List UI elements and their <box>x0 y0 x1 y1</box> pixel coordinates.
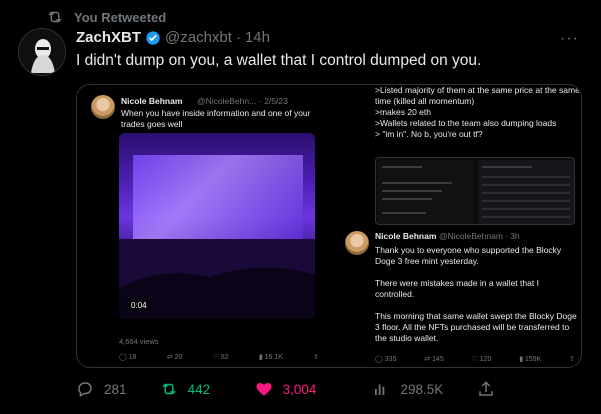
video-frame-screen <box>133 155 303 245</box>
quoted-avatar <box>345 231 369 255</box>
quoted-date: · 2/5/23 <box>259 96 288 106</box>
views-count: 298.5K <box>400 381 444 397</box>
video-player[interactable]: 0:04 <box>119 133 315 319</box>
tweet-text: I didn't dump on you, a wallet that I co… <box>76 52 482 69</box>
reply-icon: ◯ <box>119 354 129 361</box>
retweet-icon <box>48 11 62 23</box>
retweet-banner-label: You Retweeted <box>74 9 167 25</box>
media-image-right[interactable]: >Listed majority of them at the same pri… <box>335 85 581 367</box>
avatar[interactable] <box>18 28 66 76</box>
analytics-icon <box>375 382 387 395</box>
separator: · <box>235 29 241 46</box>
quoted-paragraph: This morning that same wallet swept the … <box>375 311 577 343</box>
tweet-header: ZachXBT @zachxbt · 14h <box>76 29 270 46</box>
reply-icon: ◯ <box>375 356 385 363</box>
quoted-views: 4,664 views <box>119 337 159 346</box>
author-name[interactable]: ZachXBT <box>76 29 141 46</box>
thread-line: >Wallets related to the team also dumpin… <box>375 118 557 128</box>
quoted-time: · 3h <box>505 231 520 241</box>
retweet-icon: ⇄ <box>424 356 433 363</box>
quoted-handle: @NicoleBehnam <box>439 231 503 241</box>
author-handle[interactable]: @zachxbt <box>165 29 232 46</box>
more-horizontal-icon[interactable]: ··· <box>560 30 579 48</box>
quoted-paragraph: Thank you to everyone who supported the … <box>375 245 562 266</box>
verified-badge-icon <box>146 30 160 45</box>
like-count: 3,004 <box>282 381 317 397</box>
retweet-icon <box>162 383 176 395</box>
tweet-action-bar: 281 442 3,004 298.5K <box>76 380 496 398</box>
quoted-name: Nicole Behnam <box>121 96 183 106</box>
thread-line: >makes 20 eth <box>375 107 431 117</box>
tweet-time[interactable]: 14h <box>245 29 270 46</box>
mini-retweet-count: ⇄ 20 <box>166 354 183 361</box>
thread-line: > "im in". No b, you're out tf? <box>375 129 483 139</box>
mini-retweet-count: ⇄ 145 <box>424 356 444 363</box>
share-icon: ⇧ <box>313 354 319 361</box>
mini-reply-count: ◯ 335 <box>375 356 397 363</box>
reply-count: 281 <box>104 381 127 397</box>
media-image-left[interactable]: Nicole Behnam @NicoleBehn... · 2/5/23 Wh… <box>77 85 333 367</box>
share-icon: ⇧ <box>569 356 575 363</box>
share-icon <box>479 381 493 396</box>
views-button[interactable]: 298.5K <box>372 380 477 398</box>
quoted-avatar <box>91 95 115 119</box>
quoted-paragraph: There were mistakes made in a wallet tha… <box>375 278 539 299</box>
heart-icon <box>256 383 272 396</box>
nested-screenshot <box>375 157 575 225</box>
share-button[interactable] <box>477 380 496 398</box>
quoted-action-bar: ◯ 18 ⇄ 20 ♡ 82 ▮ 16.1K ⇧ <box>119 353 319 361</box>
quoted-action-bar: ◯ 335 ⇄ 145 ♡ 120 ▮ 159K ⇧ <box>375 355 575 363</box>
mini-like-count: ♡ 120 <box>471 356 492 363</box>
retweet-count: 442 <box>187 381 211 397</box>
mini-reply-count: ◯ 18 <box>119 354 137 361</box>
retweet-banner: You Retweeted <box>46 8 166 26</box>
mini-views-count: ▮ 159K <box>519 356 542 363</box>
reply-icon <box>78 382 92 398</box>
quoted-text: Thank you to everyone who supported the … <box>375 245 580 355</box>
avatar-image <box>19 29 65 75</box>
quoted-text: When you have inside information and one… <box>121 108 311 129</box>
quoted-thread-text: >Listed majority of them at the same pri… <box>375 85 580 140</box>
quoted-name: Nicole Behnam <box>375 231 437 241</box>
retweet-button[interactable]: 442 <box>160 380 255 398</box>
media-container[interactable]: Nicole Behnam @NicoleBehn... · 2/5/23 Wh… <box>76 84 582 368</box>
like-button[interactable]: 3,004 <box>255 380 373 398</box>
mini-views-count: ▮ 16.1K <box>258 354 283 361</box>
mini-like-count: ♡ 82 <box>212 354 229 361</box>
heart-icon: ♡ <box>212 354 221 361</box>
thread-line: >Listed majority of them at the same pri… <box>375 85 580 106</box>
quoted-handle: @NicoleBehn... <box>197 96 257 106</box>
heart-icon: ♡ <box>471 356 480 363</box>
reply-button[interactable]: 281 <box>76 380 160 398</box>
video-timestamp: 0:04 <box>127 300 151 311</box>
retweet-icon: ⇄ <box>166 354 175 361</box>
